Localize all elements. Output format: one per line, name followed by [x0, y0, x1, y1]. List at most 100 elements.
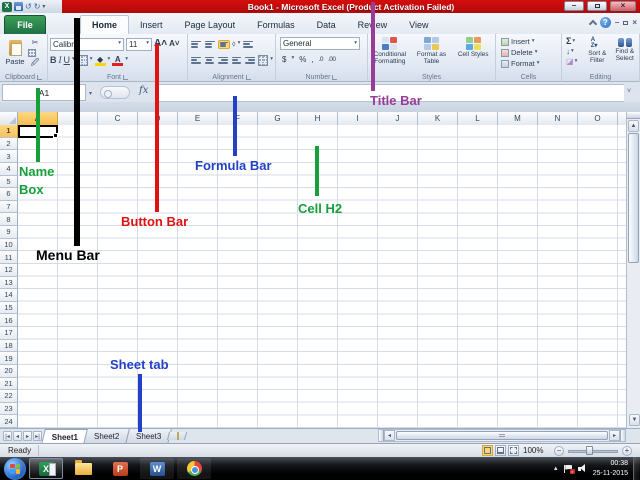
format-as-table-button[interactable]: Format as Table — [412, 37, 452, 70]
font-name-select[interactable]: Calibri ▾ — [50, 37, 124, 51]
accounting-format-icon[interactable]: $ — [282, 55, 286, 64]
row-header-7[interactable]: 7 — [0, 200, 18, 214]
sort-filter-button[interactable]: A Z▾ Sort & Filter — [585, 37, 610, 70]
horizontal-split-handle-right[interactable] — [620, 430, 625, 441]
zoom-out-icon[interactable]: − — [554, 446, 564, 456]
increase-decimal-icon[interactable]: .0 — [319, 56, 324, 63]
tab-home[interactable]: Home — [80, 15, 130, 34]
column-header-n[interactable]: N — [538, 112, 578, 125]
hidden-icons-icon[interactable]: ▲ — [553, 466, 559, 472]
italic-button[interactable]: I — [59, 55, 62, 65]
workbook-minimize-icon[interactable]: – — [615, 18, 619, 27]
underline-button[interactable]: U — [64, 55, 71, 65]
select-all-corner[interactable] — [0, 112, 18, 125]
row-header-10[interactable]: 10 — [0, 238, 18, 252]
decrease-indent-icon[interactable] — [231, 56, 243, 65]
taskbar-clock[interactable]: 00:38 25-11-2015 — [593, 459, 628, 477]
row-header-23[interactable]: 23 — [0, 402, 18, 416]
vertical-scrollbar-thumb[interactable] — [628, 133, 639, 263]
zoom-level[interactable]: 100% — [523, 446, 543, 455]
sheet-tab-sheet2[interactable]: Sheet2 — [83, 428, 131, 444]
close-button[interactable]: × — [610, 1, 636, 11]
comma-style-icon[interactable]: , — [311, 55, 313, 64]
restore-button[interactable] — [587, 1, 607, 11]
column-header-e[interactable]: E — [178, 112, 218, 125]
worksheet-grid[interactable] — [18, 125, 626, 428]
expand-formula-bar-icon[interactable]: ˅ — [627, 88, 631, 95]
conditional-formatting-button[interactable]: Conditional Formatting — [370, 37, 410, 70]
page-break-view-icon[interactable] — [508, 445, 519, 456]
row-header-12[interactable]: 12 — [0, 263, 18, 277]
taskbar-file-explorer-icon[interactable] — [66, 458, 100, 479]
name-box-dropdown-icon[interactable]: ▾ — [89, 90, 92, 97]
horizontal-scrollbar[interactable]: ◂ ▸ — [378, 429, 626, 442]
column-header-i[interactable]: I — [338, 112, 378, 125]
column-header-h[interactable]: H — [298, 112, 338, 125]
row-header-17[interactable]: 17 — [0, 327, 18, 340]
scroll-up-icon[interactable]: ▲ — [628, 120, 639, 132]
undo-icon[interactable]: ↺ — [25, 2, 32, 11]
row-header-20[interactable]: 20 — [0, 364, 18, 378]
column-header-g[interactable]: G — [258, 112, 298, 125]
column-header-m[interactable]: M — [498, 112, 538, 125]
normal-view-icon[interactable] — [482, 445, 493, 456]
alignment-dialog-launcher[interactable] — [245, 75, 251, 80]
action-center-flag-icon[interactable]: × — [563, 464, 575, 474]
paste-button[interactable]: Paste — [2, 36, 28, 70]
prev-sheet-icon[interactable]: ◂ — [13, 431, 22, 441]
column-header-j[interactable]: J — [378, 112, 418, 125]
vertical-scrollbar[interactable]: ▲ ▼ — [626, 112, 640, 428]
vertical-split-handle[interactable] — [627, 112, 640, 119]
volume-icon[interactable] — [577, 464, 588, 473]
tab-view[interactable]: View — [398, 15, 439, 34]
zoom-slider-handle[interactable] — [586, 446, 593, 455]
sheet-tab-sheet1[interactable]: Sheet1 — [41, 428, 90, 444]
cut-icon[interactable]: ✂ — [28, 39, 42, 47]
format-cells-button[interactable]: Format ▾ — [498, 58, 559, 69]
copy-icon[interactable] — [28, 49, 36, 57]
tab-insert[interactable]: Insert — [129, 15, 174, 34]
column-header-k[interactable]: K — [418, 112, 458, 125]
bottom-align-icon[interactable] — [218, 39, 230, 49]
insert-cells-button[interactable]: Insert ▾ — [498, 36, 559, 47]
merge-center-icon[interactable] — [257, 54, 269, 66]
minimize-ribbon-icon[interactable] — [588, 19, 598, 29]
row-header-21[interactable]: 21 — [0, 377, 18, 391]
last-sheet-icon[interactable]: ▸| — [33, 431, 42, 441]
align-right-icon[interactable] — [217, 56, 229, 65]
minimize-button[interactable]: – — [564, 1, 584, 11]
first-sheet-icon[interactable]: |◂ — [3, 431, 12, 441]
format-painter-icon[interactable]: 🖉 — [28, 59, 42, 67]
column-header-c[interactable]: C — [98, 112, 138, 125]
row-header-4[interactable]: 4 — [0, 162, 18, 176]
cell-styles-button[interactable]: Cell Styles — [453, 37, 493, 70]
clear-button[interactable]: ◪ ▾ — [566, 58, 582, 66]
next-sheet-icon[interactable]: ▸ — [23, 431, 32, 441]
column-header-l[interactable]: L — [458, 112, 498, 125]
taskbar-word-icon[interactable]: W — [140, 458, 174, 479]
redo-icon[interactable]: ↻ — [34, 2, 41, 11]
row-header-19[interactable]: 19 — [0, 352, 18, 365]
tab-formulas[interactable]: Formulas — [246, 15, 306, 34]
workbook-close-icon[interactable]: × — [632, 18, 637, 27]
fill-color-icon[interactable]: ◆ — [94, 55, 106, 66]
insert-worksheet-tab[interactable] — [166, 432, 187, 440]
save-icon[interactable] — [14, 2, 23, 11]
font-dialog-launcher[interactable] — [123, 75, 128, 80]
bold-button[interactable]: B — [50, 55, 57, 65]
row-header-14[interactable]: 14 — [0, 289, 18, 302]
shrink-font-icon[interactable]: A˅ — [169, 40, 179, 48]
percent-style-icon[interactable]: % — [299, 55, 306, 64]
top-align-icon[interactable] — [190, 40, 202, 49]
find-select-button[interactable]: Find & Select — [613, 37, 638, 70]
wrap-text-icon[interactable] — [242, 40, 254, 49]
orientation-icon[interactable]: ⬨ — [232, 40, 236, 48]
row-header-6[interactable]: 6 — [0, 188, 18, 201]
fill-button[interactable]: ↓ ▾ — [566, 48, 582, 56]
tab-page-layout[interactable]: Page Layout — [174, 15, 247, 34]
row-header-22[interactable]: 22 — [0, 390, 18, 403]
workbook-restore-icon[interactable] — [623, 19, 629, 27]
column-header-partial[interactable] — [618, 112, 626, 125]
taskbar-powerpoint-icon[interactable]: P — [103, 458, 137, 479]
align-center-icon[interactable] — [204, 56, 216, 65]
